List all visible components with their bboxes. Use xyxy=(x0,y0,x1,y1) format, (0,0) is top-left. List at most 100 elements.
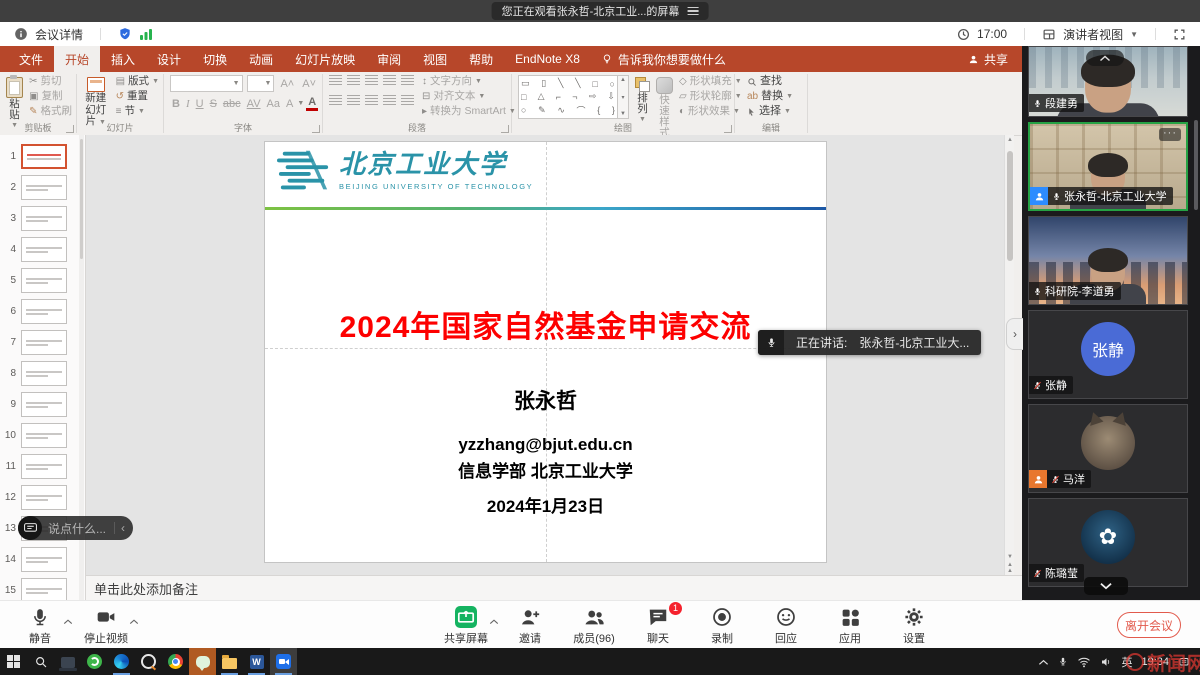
taskbar-icon-word[interactable]: W xyxy=(243,648,270,675)
slide-thumbnail-6[interactable] xyxy=(21,299,67,324)
font-style-button-S[interactable]: S xyxy=(208,98,219,110)
slide-thumbnail-row-2[interactable]: 2 xyxy=(0,172,85,203)
toolbar-item-settings[interactable]: 设置 xyxy=(888,605,940,646)
slide-thumbnail-11[interactable] xyxy=(21,454,67,479)
slide-thumbnail-row-15[interactable]: 15 xyxy=(0,575,85,600)
ribbon-tab-审阅[interactable]: 审阅 xyxy=(366,46,412,72)
font-color-button[interactable]: A xyxy=(306,96,318,111)
columns-icon[interactable] xyxy=(401,95,414,105)
view-mode-label[interactable]: 演讲者视图 xyxy=(1063,26,1123,43)
caret-up-icon[interactable] xyxy=(489,612,499,630)
taskbar-icon-search[interactable] xyxy=(27,648,54,675)
slide-thumbnail-14[interactable] xyxy=(21,547,67,572)
wifi-icon[interactable] xyxy=(1077,656,1091,668)
toolbar-item-invite[interactable]: 邀请 xyxy=(504,605,556,646)
slide-thumbnail-7[interactable] xyxy=(21,330,67,355)
tile-more-button[interactable]: ··· xyxy=(1159,128,1181,141)
reset-button[interactable]: ↺重置 xyxy=(116,90,159,103)
slide-thumbnail-5[interactable] xyxy=(21,268,67,293)
banner-menu-icon[interactable] xyxy=(687,7,698,16)
font-style-button-B[interactable]: B xyxy=(170,98,182,110)
increase-indent-icon[interactable] xyxy=(383,75,396,85)
participant-tile-4[interactable]: 张静张静 xyxy=(1028,310,1188,399)
align-text-button[interactable]: ⊟对齐文本▼ xyxy=(422,90,516,103)
slide-editor[interactable]: 北京工业大学 BEIJING UNIVERSITY OF TECHNOLOGY … xyxy=(264,141,827,563)
network-signal-icon[interactable] xyxy=(139,28,153,40)
justify-icon[interactable] xyxy=(383,95,396,105)
input-language-indicator[interactable]: 英 xyxy=(1121,654,1132,670)
notes-pane[interactable]: 单击此处添加备注 xyxy=(86,575,1022,600)
font-name-combo[interactable]: ▼ xyxy=(170,75,243,92)
taskbar-icon-meeting[interactable] xyxy=(270,648,297,675)
taskbar-icon-laptop[interactable] xyxy=(54,648,81,675)
smartart-button[interactable]: ▸转换为 SmartArt▼ xyxy=(422,105,516,118)
ribbon-tab-开始[interactable]: 开始 xyxy=(54,46,100,72)
caret-up-icon[interactable] xyxy=(129,612,139,630)
slide-thumbnail-12[interactable] xyxy=(21,485,67,510)
scrollbar-thumb[interactable] xyxy=(1007,151,1013,261)
share-button[interactable]: 共享 xyxy=(968,46,1008,72)
slide-thumbnail-row-11[interactable]: 11 xyxy=(0,451,85,482)
align-center-icon[interactable] xyxy=(347,95,360,105)
slide-thumbnail-8[interactable] xyxy=(21,361,67,386)
chevron-down-icon[interactable]: ▼ xyxy=(1130,30,1138,39)
taskbar-icon-explorer[interactable] xyxy=(216,648,243,675)
dialog-launcher-icon[interactable] xyxy=(312,125,320,133)
slide-thumbnail-10[interactable] xyxy=(21,423,67,448)
dialog-launcher-icon[interactable] xyxy=(501,125,509,133)
sidebar-collapse-arrow[interactable]: › xyxy=(1006,318,1023,350)
toolbar-item-camera[interactable]: 停止视频 xyxy=(80,605,132,646)
text-direction-button[interactable]: ↕文字方向▼ xyxy=(422,75,516,88)
font-style-button-Aa[interactable]: Aa xyxy=(265,98,282,110)
scroll-down-icon[interactable]: ▼ xyxy=(1005,554,1015,560)
tray-chevron-up-icon[interactable] xyxy=(1038,658,1049,666)
dialog-launcher-icon[interactable] xyxy=(66,125,74,133)
participant-tile-2[interactable]: ···张永哲-北京工业大学 xyxy=(1028,122,1188,211)
slide-thumbnail-row-10[interactable]: 10 xyxy=(0,420,85,451)
toolbar-item-record[interactable]: 录制 xyxy=(696,605,748,646)
ribbon-tab-幻灯片放映[interactable]: 幻灯片放映 xyxy=(284,46,366,72)
ribbon-tab-插入[interactable]: 插入 xyxy=(100,46,146,72)
sidebar-scrollbar[interactable] xyxy=(1194,120,1198,210)
participant-tile-5[interactable]: 马洋 xyxy=(1028,404,1188,493)
slide-thumbnail-row-4[interactable]: 4 xyxy=(0,234,85,265)
ribbon-tab-动画[interactable]: 动画 xyxy=(238,46,284,72)
find-button[interactable]: 查找 xyxy=(747,75,803,88)
shapes-gallery-scroll[interactable]: ▲▾▼ xyxy=(618,75,629,119)
cut-button[interactable]: ✂剪切 xyxy=(29,75,72,88)
taskbar-icon-edge[interactable] xyxy=(108,648,135,675)
format-painter-button[interactable]: ✎格式刷 xyxy=(29,105,72,118)
caret-up-icon[interactable] xyxy=(63,612,73,630)
ribbon-tab-视图[interactable]: 视图 xyxy=(412,46,458,72)
grow-font-button[interactable]: A˄ xyxy=(278,78,296,90)
speaker-icon[interactable] xyxy=(1100,656,1112,668)
font-size-combo[interactable]: ▼ xyxy=(247,75,275,92)
ribbon-tab-文件[interactable]: 文件 xyxy=(8,46,54,72)
align-right-icon[interactable] xyxy=(365,95,378,105)
toolbar-item-apps[interactable]: 应用 xyxy=(824,605,876,646)
slide-thumbnail-row-7[interactable]: 7 xyxy=(0,327,85,358)
line-spacing-icon[interactable] xyxy=(401,75,414,85)
toolbar-item-react[interactable]: 回应 xyxy=(760,605,812,646)
slide-thumbnail-3[interactable] xyxy=(21,206,67,231)
taskbar-clock[interactable]: 19:34 xyxy=(1141,656,1169,668)
font-style-button-I[interactable]: I xyxy=(184,98,192,110)
leave-meeting-button[interactable]: 离开会议 xyxy=(1117,612,1181,638)
info-icon[interactable] xyxy=(14,27,28,41)
toolbar-item-members[interactable]: 成员(96) xyxy=(568,605,620,646)
slide-thumbnail-row-8[interactable]: 8 xyxy=(0,358,85,389)
toolbar-item-share-screen[interactable]: 共享屏幕 xyxy=(440,605,492,646)
shape-outline-button[interactable]: ▱形状轮廓▼ xyxy=(679,90,742,103)
slide-thumbnail-row-12[interactable]: 12 xyxy=(0,482,85,513)
danmaku-icon[interactable] xyxy=(18,516,42,540)
slide-thumbnail-row-3[interactable]: 3 xyxy=(0,203,85,234)
font-style-button-abc[interactable]: abc xyxy=(221,98,243,110)
taskbar-icon-start[interactable] xyxy=(0,648,27,675)
slide-thumbnail-row-5[interactable]: 5 xyxy=(0,265,85,296)
scroll-up-icon[interactable]: ▲ xyxy=(1005,137,1015,143)
participant-tile-6[interactable]: ✿陈璐莹 xyxy=(1028,498,1188,587)
ribbon-tab-帮助[interactable]: 帮助 xyxy=(458,46,504,72)
slide-thumbnail-row-14[interactable]: 14 xyxy=(0,544,85,575)
slide-thumbnail-15[interactable] xyxy=(21,578,67,600)
select-button[interactable]: 选择▼ xyxy=(747,105,803,118)
